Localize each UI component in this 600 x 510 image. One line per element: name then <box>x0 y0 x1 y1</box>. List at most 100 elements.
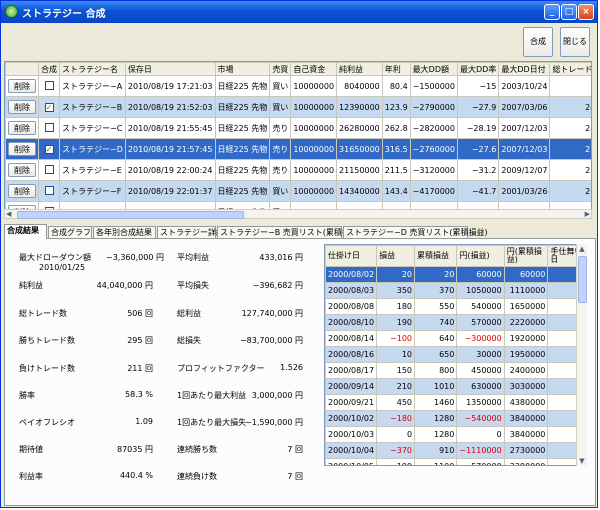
strategy-row[interactable]: 削除 ストラテジー−A 2010/08/19 17:21:03 日経225 先物 買い 1… <box>5 75 591 97</box>
delete-button[interactable]: 削除 <box>8 121 36 135</box>
trade-cell: 910 <box>414 442 458 459</box>
trade-column-header[interactable]: 仕掛け日 <box>325 245 378 267</box>
strategy-column-header[interactable] <box>5 62 39 76</box>
trade-column-header[interactable]: 円(累積損益) <box>503 245 549 267</box>
scroll-thumb[interactable] <box>17 211 244 219</box>
trade-row[interactable]: 2000/09/14 210 1010 630000 3030000 <box>325 378 586 395</box>
trade-cell: 370 <box>414 282 458 299</box>
trade-row[interactable]: 2000/08/16 10 650 30000 1950000 <box>325 346 586 363</box>
trade-cell: 1100 <box>414 458 458 465</box>
strategy-cell-capital: 10000000 <box>290 96 338 118</box>
maximize-icon[interactable]: □ <box>561 4 577 20</box>
strategy-column-header[interactable]: 保存日 <box>124 62 216 76</box>
tab-merge-result[interactable]: 合成結果 <box>4 224 47 239</box>
trade-cell: 570000 <box>456 314 505 331</box>
trade-row[interactable]: 2000/10/02 −180 1280 −540000 3840000 <box>325 410 586 427</box>
trade-row[interactable]: 2000/09/21 450 1460 1350000 4380000 <box>325 394 586 411</box>
strategy-column-header[interactable]: 売買 <box>269 62 292 76</box>
strategy-column-header[interactable]: 最大DD額 <box>409 62 459 76</box>
merge-checkbox[interactable] <box>44 80 54 90</box>
strategy-row[interactable]: 削除 ストラテジー−C 2010/08/19 21:55:45 日経225 先物 売り 1… <box>5 117 591 139</box>
trade-row[interactable]: 2000/08/02 20 20 60000 60000 <box>325 266 586 283</box>
scroll-left-icon[interactable]: ◀ <box>6 210 11 218</box>
strategy-cell-capital: 10000000 <box>290 138 338 160</box>
trade-row[interactable]: 2000/08/17 150 800 450000 2400000 <box>325 362 586 379</box>
tab-strategy-b-list[interactable]: ストラテジー−B 売買リスト(累積損益) <box>217 226 361 238</box>
close-icon[interactable]: × <box>578 4 594 20</box>
strategy-row[interactable]: 削除 ストラテジー−E 2010/08/19 22:00:24 日経225 先物 売り 1… <box>5 159 591 181</box>
horizontal-scrollbar[interactable]: ◀ ▶ <box>4 209 592 219</box>
trade-row[interactable]: 2000/10/0519011005700003300000 <box>325 458 586 465</box>
strategy-column-header[interactable]: 最大DD率 <box>456 62 500 76</box>
minimize-icon[interactable]: _ <box>544 4 560 20</box>
trade-cell: 2000/08/17 <box>325 362 378 379</box>
trade-cell: 150 <box>376 362 416 379</box>
strategy-column-header[interactable]: 合成 <box>38 62 60 76</box>
merge-button[interactable]: 合成 <box>523 27 553 57</box>
vertical-scroll-thumb[interactable] <box>578 256 587 303</box>
strategy-grid: 合成 ストラテジー名 保存日 市場 売買 自己資金 純利益 年利 最大DD額 最大DD率 最大DD日… <box>4 61 592 211</box>
trade-column-header[interactable]: 円(損益) <box>456 245 505 267</box>
stat-value-losses: 211 回 <box>127 364 153 373</box>
scroll-up-icon[interactable]: ▲ <box>577 244 587 254</box>
trade-cell: 2000/10/02 <box>325 410 378 427</box>
trade-row[interactable]: 2000/10/04 −370 910 −1110000 2730000 <box>325 442 586 459</box>
window-title: ストラテジー 合成 <box>22 9 106 20</box>
main-window: ストラテジー 合成 _ □ × 合成 閉じる 合成 ストラテジー名 保存日 市場 売買自… <box>0 0 598 508</box>
trade-cell: −370 <box>376 442 416 459</box>
merge-checkbox[interactable]: ✓ <box>44 102 54 112</box>
tab-strategy-detail[interactable]: ストラテジー詳細 <box>157 226 224 238</box>
delete-button[interactable]: 削除 <box>8 79 36 93</box>
strategy-column-header[interactable]: 自己資金 <box>290 62 338 76</box>
strategy-cell-profit: 21150000 <box>336 159 383 181</box>
scroll-down-icon[interactable]: ▼ <box>577 456 587 466</box>
strategy-column-header[interactable]: 市場 <box>214 62 271 76</box>
trade-cell: 0 <box>376 426 416 443</box>
close-button[interactable]: 閉じる <box>560 27 590 57</box>
trade-cell: 3030000 <box>503 378 549 395</box>
merge-checkbox[interactable] <box>44 164 54 174</box>
merge-checkbox[interactable] <box>44 185 54 195</box>
strategy-column-header[interactable]: 総トレード数 <box>549 62 591 76</box>
trade-cell: 1280 <box>414 426 458 443</box>
strategy-cell-side: 買い <box>269 96 292 118</box>
merge-checkbox[interactable] <box>44 122 54 132</box>
trade-row[interactable]: 2000/10/03 0 1280 0 3840000 <box>325 426 586 443</box>
trade-cell: 800 <box>414 362 458 379</box>
trade-row[interactable]: 2000/08/14 −100 640 −300000 1920000 <box>325 330 586 347</box>
strategy-row[interactable]: 削除 ✓ ストラテジー−D 2010/08/19 21:57:45 日経225 先物 売り… <box>5 138 591 160</box>
trade-row[interactable]: 2000/08/10 190 740 570000 2220000 <box>325 314 586 331</box>
merge-checkbox[interactable]: ✓ <box>44 144 54 154</box>
trade-column-header[interactable]: 累積損益 <box>414 245 458 267</box>
strategy-column-header[interactable]: 最大DD日付 <box>498 62 551 76</box>
strategy-row[interactable]: 削除 ストラテジー−F 2010/08/19 22:01:37 日経225 先物 買い 1… <box>5 180 591 202</box>
strategy-cell-ddrate: −27.6 <box>456 138 500 160</box>
strategy-cell-ddrate: −41.7 <box>456 180 500 202</box>
vertical-scrollbar[interactable]: ▲ ▼ <box>576 244 587 466</box>
tab-merge-graph[interactable]: 合成グラフ <box>48 226 92 238</box>
trade-row[interactable]: 2000/08/08 180 550 540000 1650000 <box>325 298 586 315</box>
delete-button[interactable]: 削除 <box>8 100 36 114</box>
delete-button[interactable]: 削除 <box>8 142 36 156</box>
trade-row[interactable]: 2000/08/03 350 370 1050000 1110000 <box>325 282 586 299</box>
strategy-row[interactable]: 削除 ✓ ストラテジー−B 2010/08/19 21:52:03 日経225 先物 買い… <box>5 96 591 118</box>
strategy-cell-dddate: 2007/12/03 <box>498 138 551 160</box>
trade-column-header[interactable]: 損益 <box>376 245 416 267</box>
tab-yearly-result[interactable]: 各年別合成結果 <box>93 226 156 238</box>
title-bar[interactable]: ストラテジー 合成 _ □ × <box>1 1 597 23</box>
strategy-cell-dddate: 2009/12/07 <box>498 159 551 181</box>
stat-value-gross-profit: 127,740,000 円 <box>241 309 303 318</box>
strategy-column-header[interactable]: 年利 <box>381 62 411 76</box>
scroll-right-icon[interactable]: ▶ <box>585 210 590 218</box>
trade-cell: −180 <box>376 410 416 427</box>
delete-button[interactable]: 削除 <box>8 163 36 177</box>
tab-strategy-d-list[interactable]: ストラテジー−D 売買リスト(累積損益) <box>343 226 488 238</box>
strategy-cell-name: ストラテジー−B <box>59 96 126 118</box>
strategy-column-header[interactable]: 純利益 <box>336 62 383 76</box>
strategy-cell-name: ストラテジー−E <box>59 159 126 181</box>
strategy-column-header[interactable]: ストラテジー名 <box>59 62 126 76</box>
delete-cell: 削除 <box>5 96 39 118</box>
strategy-cell-annual: 143.4 <box>381 180 411 202</box>
trade-cell: 1350000 <box>456 394 505 411</box>
delete-button[interactable]: 削除 <box>8 184 36 198</box>
